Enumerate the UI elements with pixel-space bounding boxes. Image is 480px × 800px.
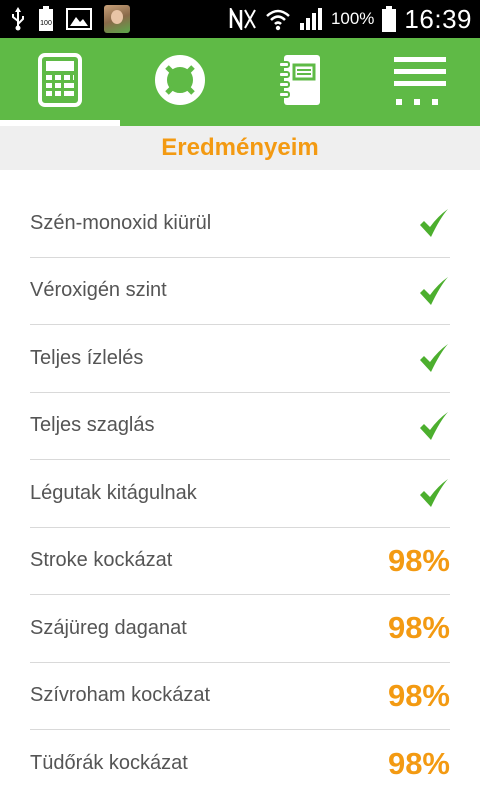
svg-text:100: 100 — [40, 20, 52, 27]
usb-icon — [10, 7, 26, 31]
notebook-icon — [276, 53, 324, 112]
signal-icon — [299, 8, 323, 30]
result-value: 98% — [387, 745, 450, 781]
result-row: Légutak kitágulnak — [30, 460, 450, 528]
checkmark-icon — [418, 411, 450, 441]
result-label: Légutak kitágulnak — [30, 481, 197, 504]
image-icon — [66, 8, 92, 30]
checkmark-icon — [418, 343, 450, 373]
result-row: Teljes szaglás — [30, 393, 450, 460]
battery-icon — [382, 6, 397, 32]
tab-help[interactable] — [120, 38, 240, 126]
nfc-icon — [229, 8, 257, 30]
result-label: Szívroham kockázat — [30, 684, 211, 707]
clock: 16:39 — [404, 3, 472, 34]
result-row: Stroke kockázat 98% — [30, 528, 450, 595]
results-list: Szén-monoxid kiürül Véroxigén szint Telj… — [30, 190, 450, 798]
result-label: Teljes ízlelés — [30, 346, 144, 369]
page-title: Eredményeim — [0, 126, 480, 170]
result-label: Szén-monoxid kiürül — [30, 211, 212, 234]
result-value: 98% — [387, 610, 450, 646]
result-row: Szívroham kockázat 98% — [30, 663, 450, 730]
tab-notebook[interactable] — [240, 38, 360, 126]
calculator-icon — [38, 52, 82, 112]
result-value: 98% — [387, 677, 450, 713]
result-label: Véroxigén szint — [30, 279, 167, 302]
result-row: Teljes ízlelés — [30, 325, 450, 393]
menu-icon — [392, 53, 448, 112]
wifi-icon — [265, 7, 291, 31]
result-row: Szájüreg daganat 98% — [30, 595, 450, 663]
result-label: Teljes szaglás — [30, 414, 155, 437]
result-value: 98% — [387, 542, 450, 578]
battery-percent: 100% — [330, 9, 375, 28]
avatar — [104, 5, 130, 33]
tab-bar — [0, 38, 480, 126]
checkmark-icon — [418, 276, 450, 306]
tab-menu[interactable] — [360, 38, 480, 126]
status-bar: 100 100% 16:39 — [0, 0, 480, 38]
result-row: Szén-monoxid kiürül — [30, 190, 450, 258]
checkmark-icon — [418, 478, 450, 508]
result-row: Tüdőrák kockázat 98% — [30, 730, 450, 798]
status-bar-right: 100% 16:39 — [229, 4, 472, 35]
status-bar-left: 100 — [10, 5, 130, 33]
tab-calculator[interactable] — [0, 38, 120, 126]
battery-100-icon: 100 — [38, 6, 54, 32]
lifebuoy-icon — [153, 53, 207, 112]
result-row: Véroxigén szint — [30, 258, 450, 325]
result-label: Szájüreg daganat — [30, 616, 187, 639]
checkmark-icon — [418, 208, 450, 238]
result-label: Tüdőrák kockázat — [30, 752, 188, 775]
result-label: Stroke kockázat — [30, 549, 173, 572]
